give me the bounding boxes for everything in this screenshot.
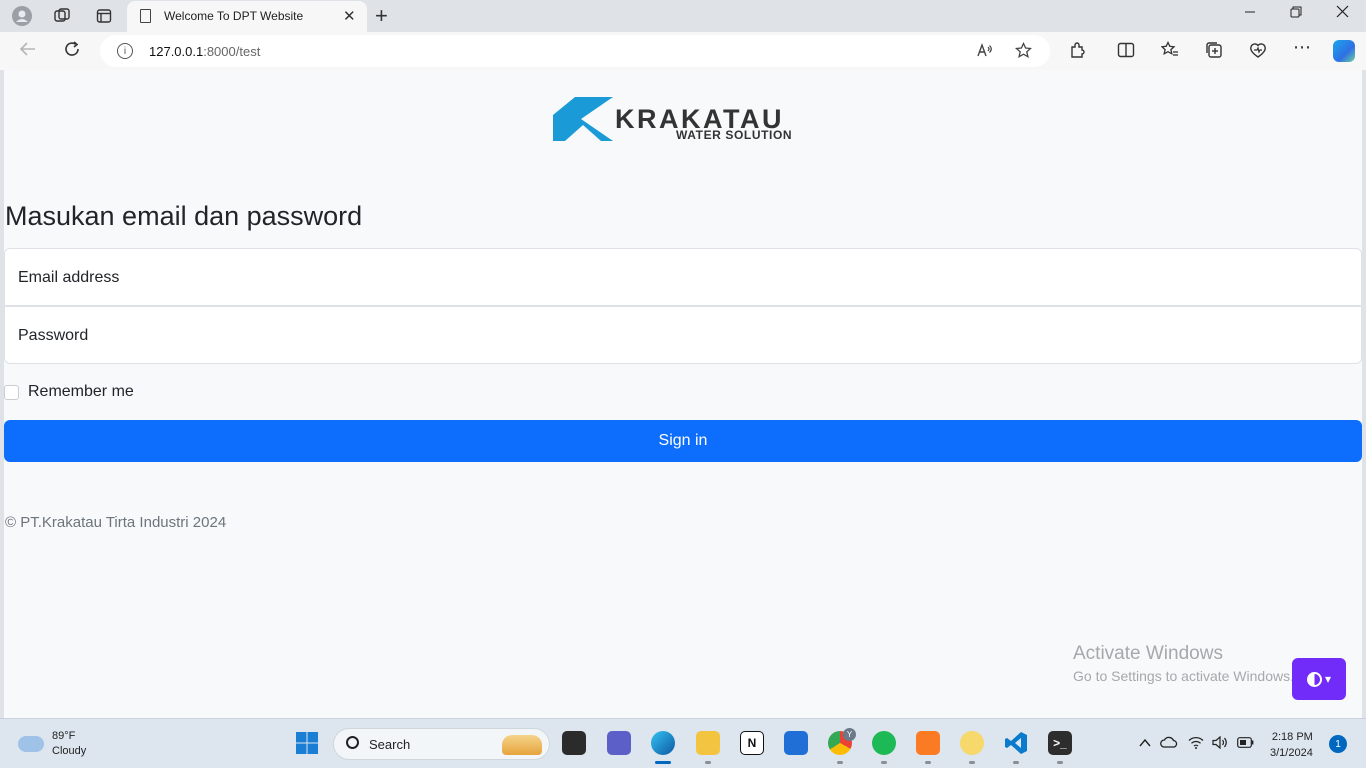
search-placeholder: Search bbox=[369, 737, 411, 752]
browser-essentials-icon[interactable] bbox=[1249, 41, 1267, 64]
caret-down-icon: ▾ bbox=[1324, 672, 1332, 686]
address-bar[interactable]: i 127.0.0.1:8000/test bbox=[100, 35, 1050, 67]
system-clock[interactable]: 2:18 PM 3/1/2024 bbox=[1270, 729, 1313, 761]
tray-overflow-icon[interactable] bbox=[1139, 736, 1151, 751]
contrast-icon bbox=[1306, 671, 1322, 687]
cloud-icon bbox=[18, 736, 44, 752]
taskbar-search[interactable]: Search bbox=[333, 728, 550, 760]
window-edge-right bbox=[1362, 70, 1366, 718]
browser-toolbar: i 127.0.0.1:8000/test ⋯ bbox=[0, 32, 1366, 70]
page-title: Masukan email dan password bbox=[5, 201, 363, 231]
refresh-icon[interactable] bbox=[63, 40, 81, 63]
password-label: Password bbox=[18, 327, 89, 344]
login-page: KRAKATAU WATER SOLUTION Masukan email da… bbox=[4, 70, 1362, 718]
windows-taskbar: 89°F Cloudy Search N Y >_ 2:18 PM 3/1/20… bbox=[0, 718, 1366, 768]
explorer-running-indicator bbox=[705, 761, 711, 764]
theme-toggle-button[interactable]: ▾ bbox=[1292, 658, 1346, 700]
activate-title: Activate Windows bbox=[1073, 643, 1223, 664]
spotify-running-indicator bbox=[881, 761, 887, 764]
weather-desc: Cloudy bbox=[52, 745, 87, 757]
vscode-icon[interactable] bbox=[1004, 731, 1028, 755]
notification-badge[interactable]: 1 bbox=[1329, 735, 1347, 753]
copilot-icon[interactable] bbox=[1333, 40, 1355, 62]
app-running-indicator bbox=[969, 761, 975, 764]
logo-tagline-text: WATER SOLUTION bbox=[676, 128, 792, 141]
url-text[interactable]: 127.0.0.1:8000/test bbox=[149, 44, 260, 59]
battery-icon[interactable] bbox=[1237, 736, 1254, 751]
vscode-running-indicator bbox=[1013, 761, 1019, 764]
remember-checkbox[interactable] bbox=[4, 384, 19, 400]
notion-icon[interactable]: N bbox=[740, 731, 764, 755]
chrome-running-indicator bbox=[837, 761, 843, 764]
wifi-icon[interactable] bbox=[1188, 736, 1204, 752]
back-icon[interactable] bbox=[19, 40, 37, 63]
search-highlight-icon bbox=[502, 735, 542, 755]
restore-icon[interactable] bbox=[1290, 5, 1302, 22]
email-field[interactable]: Email address bbox=[4, 248, 1362, 306]
xampp-icon[interactable] bbox=[916, 731, 940, 755]
collections-icon[interactable] bbox=[1205, 41, 1223, 64]
site-info-icon[interactable]: i bbox=[117, 43, 133, 59]
terminal-icon[interactable]: >_ bbox=[1048, 731, 1072, 755]
activate-subtitle: Go to Settings to activate Windows. bbox=[1073, 668, 1294, 684]
terminal-running-indicator bbox=[1057, 761, 1063, 764]
krakatau-logo: KRAKATAU WATER SOLUTION bbox=[553, 97, 792, 141]
favorite-star-icon[interactable] bbox=[1014, 41, 1033, 64]
tab-close-icon[interactable]: ✕ bbox=[343, 7, 356, 25]
minimize-icon[interactable] bbox=[1244, 5, 1256, 22]
url-path: :8000/test bbox=[203, 44, 261, 59]
browser-titlebar: Welcome To DPT Website ✕ + bbox=[0, 0, 1366, 32]
page-icon bbox=[140, 9, 151, 23]
browser-tab[interactable]: Welcome To DPT Website ✕ bbox=[127, 1, 367, 32]
extensions-icon[interactable] bbox=[1068, 41, 1086, 64]
file-explorer-icon[interactable] bbox=[696, 731, 720, 755]
workspaces-icon[interactable] bbox=[51, 5, 73, 27]
filezilla-icon[interactable] bbox=[960, 731, 984, 755]
profile-icon[interactable] bbox=[11, 5, 33, 27]
remember-label[interactable]: Remember me bbox=[28, 383, 134, 401]
activate-windows-watermark: Activate Windows Go to Settings to activ… bbox=[1073, 643, 1294, 684]
clock-time: 2:18 PM bbox=[1271, 731, 1313, 743]
volume-icon[interactable] bbox=[1212, 735, 1228, 752]
email-label: Email address bbox=[18, 269, 120, 286]
clock-date: 3/1/2024 bbox=[1270, 747, 1313, 759]
copyright-footer: © PT.Krakatau Tirta Industri 2024 bbox=[5, 514, 227, 531]
password-field[interactable]: Password bbox=[4, 306, 1362, 364]
close-window-icon[interactable] bbox=[1336, 5, 1349, 22]
edge-icon[interactable] bbox=[651, 731, 675, 755]
onedrive-icon[interactable] bbox=[1160, 736, 1178, 751]
edge-active-indicator bbox=[655, 761, 671, 764]
more-menu-icon[interactable]: ⋯ bbox=[1293, 37, 1311, 58]
url-host: 127.0.0.1 bbox=[149, 44, 204, 59]
xampp-running-indicator bbox=[925, 761, 931, 764]
split-screen-icon[interactable] bbox=[1117, 41, 1135, 64]
chrome-profile-badge: Y bbox=[843, 728, 856, 741]
weather-widget[interactable]: 89°F Cloudy bbox=[18, 729, 86, 759]
new-tab-icon[interactable]: + bbox=[375, 3, 388, 29]
teams-icon[interactable] bbox=[607, 731, 631, 755]
sign-in-button[interactable]: Sign in bbox=[4, 420, 1362, 462]
store-icon[interactable] bbox=[784, 731, 808, 755]
remember-me[interactable]: Remember me bbox=[4, 383, 134, 401]
start-icon[interactable] bbox=[295, 731, 319, 755]
tab-title: Welcome To DPT Website bbox=[164, 9, 304, 23]
read-aloud-icon[interactable] bbox=[976, 42, 993, 64]
favorites-icon[interactable] bbox=[1160, 40, 1179, 64]
weather-temp: 89°F bbox=[52, 730, 76, 742]
tab-actions-icon[interactable] bbox=[93, 5, 115, 27]
search-icon bbox=[346, 736, 359, 749]
task-view-icon[interactable] bbox=[562, 731, 586, 755]
spotify-icon[interactable] bbox=[872, 731, 896, 755]
